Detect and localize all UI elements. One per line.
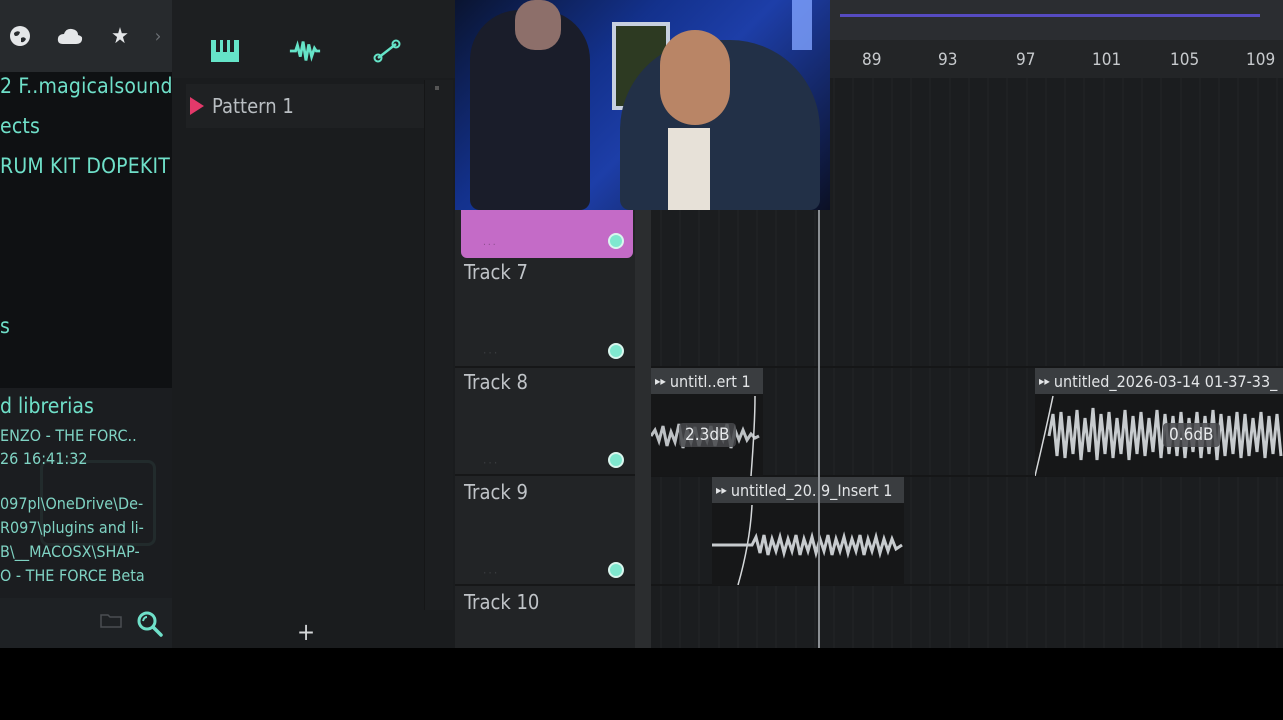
info-line: 26 16:41:32 bbox=[0, 449, 88, 468]
pattern-item[interactable]: Pattern 1 bbox=[186, 84, 424, 128]
track-name: Track 9 bbox=[464, 480, 528, 504]
track-mute-button[interactable] bbox=[608, 562, 624, 578]
browser-item[interactable]: 2 F..magicalsounds bbox=[0, 74, 172, 98]
clip-play-icon: ▸▸ bbox=[716, 483, 727, 497]
clip-label: untitled_20..9_Insert 1 bbox=[730, 480, 893, 500]
track-header[interactable]: Track 7 ··· bbox=[455, 258, 635, 368]
automation-icon[interactable] bbox=[370, 34, 404, 68]
clip-play-icon: ▸▸ bbox=[655, 374, 666, 388]
pattern-clip-header[interactable]: ··· bbox=[461, 210, 633, 258]
browser-bottom-bar bbox=[0, 598, 172, 648]
star-icon[interactable]: ★ bbox=[106, 22, 134, 50]
playlist-overview[interactable] bbox=[830, 0, 1283, 40]
clip-play-icon: ▸▸ bbox=[1039, 374, 1050, 388]
clip-header[interactable]: ▸▸ untitled_20..9_Insert 1 bbox=[712, 477, 904, 503]
add-pattern-button[interactable]: + bbox=[292, 618, 320, 646]
pattern-label: Pattern 1 bbox=[212, 94, 294, 118]
clip-label: untitled_2026-03-14 01-37-33_ bbox=[1053, 371, 1278, 391]
pattern-list: Pattern 1 bbox=[186, 84, 424, 128]
track-header[interactable]: Track 10 bbox=[455, 586, 635, 694]
info-line: O - THE FORCE Beta bbox=[0, 566, 145, 585]
browser-item[interactable]: RUM KIT DOPEKIT bbox=[0, 154, 170, 178]
track-grip-icon[interactable]: ··· bbox=[483, 566, 499, 580]
folder-icon[interactable] bbox=[100, 612, 122, 628]
track-color-strip bbox=[635, 210, 651, 648]
overview-marker bbox=[840, 14, 1260, 17]
scrollbar-grip[interactable] bbox=[435, 86, 439, 90]
bar-number: 97 bbox=[1016, 50, 1036, 70]
track-grip-icon[interactable]: ··· bbox=[483, 346, 499, 360]
track-name: Track 7 bbox=[464, 260, 528, 284]
track-mute-button[interactable] bbox=[608, 233, 624, 249]
webcam-face bbox=[515, 0, 561, 50]
clip-header[interactable]: ▸▸ untitled_2026-03-14 01-37-33_ bbox=[1035, 368, 1283, 394]
clip-label: untitl..ert 1 bbox=[669, 371, 751, 391]
clip-waveform bbox=[712, 503, 904, 585]
browser-toolbar: ★ › bbox=[0, 0, 172, 72]
info-line: 097pl\OneDrive\De- bbox=[0, 494, 144, 513]
clip-gain-label: 0.6dB bbox=[1163, 423, 1220, 447]
search-icon[interactable] bbox=[136, 610, 164, 638]
track-mute-button[interactable] bbox=[608, 343, 624, 359]
track-name: Track 8 bbox=[464, 370, 528, 394]
bar-number: 89 bbox=[862, 50, 882, 70]
track-headers: Track 7 ··· Track 8 ··· Track 9 ··· Trac… bbox=[455, 200, 635, 648]
info-line: B\__MACOSX\SHAP- bbox=[0, 542, 140, 561]
webcam-light bbox=[792, 0, 812, 50]
pattern-selected-arrow-icon bbox=[190, 97, 204, 115]
playhead[interactable] bbox=[818, 210, 820, 648]
browser-list: 2 F..magicalsounds ects RUM KIT DOPEKIT … bbox=[0, 72, 172, 388]
track-mute-button[interactable] bbox=[608, 452, 624, 468]
audio-clip-icon[interactable] bbox=[288, 34, 322, 68]
audio-clip[interactable]: ▸▸ untitled_20..9_Insert 1 bbox=[712, 477, 904, 585]
browser-item[interactable]: ects bbox=[0, 114, 40, 138]
track-header[interactable]: Track 9 ··· bbox=[455, 476, 635, 586]
chevron-right-icon[interactable]: › bbox=[148, 22, 168, 50]
pattern-scrollbar[interactable] bbox=[424, 80, 453, 610]
clip-waveform: 2.3dB bbox=[651, 394, 763, 476]
clip-gain-label: 2.3dB bbox=[679, 423, 736, 447]
bar-number: 93 bbox=[938, 50, 958, 70]
browser-item[interactable]: s bbox=[0, 314, 10, 338]
track-grip-icon: ··· bbox=[483, 240, 498, 251]
browser-info-panel: d librerias ENZO - THE FORC.. 26 16:41:3… bbox=[0, 388, 172, 598]
track-name: Track 10 bbox=[464, 590, 540, 614]
piano-roll-icon[interactable] bbox=[208, 34, 242, 68]
audio-clip[interactable]: ▸▸ untitl..ert 1 2.3dB bbox=[651, 368, 763, 476]
info-line: ENZO - THE FORC.. bbox=[0, 426, 137, 445]
globe-icon[interactable] bbox=[6, 22, 34, 50]
webcam-shirt bbox=[668, 128, 710, 210]
bar-number: 105 bbox=[1170, 50, 1200, 70]
bar-number: 109 bbox=[1246, 50, 1276, 70]
track-grip-icon[interactable]: ··· bbox=[483, 456, 499, 470]
webcam-face bbox=[660, 30, 730, 125]
clip-header[interactable]: ▸▸ untitl..ert 1 bbox=[651, 368, 763, 394]
info-title: d librerias bbox=[0, 394, 94, 418]
pattern-toolbar bbox=[172, 0, 455, 78]
bar-number: 101 bbox=[1092, 50, 1122, 70]
cloud-icon[interactable] bbox=[56, 22, 84, 50]
clip-waveform: 0.6dB bbox=[1035, 394, 1283, 476]
audio-clip[interactable]: ▸▸ untitled_2026-03-14 01-37-33_ 0.6dB bbox=[1035, 368, 1283, 476]
track-header[interactable]: Track 8 ··· bbox=[455, 366, 635, 476]
info-line: R097\plugins and li- bbox=[0, 518, 144, 537]
